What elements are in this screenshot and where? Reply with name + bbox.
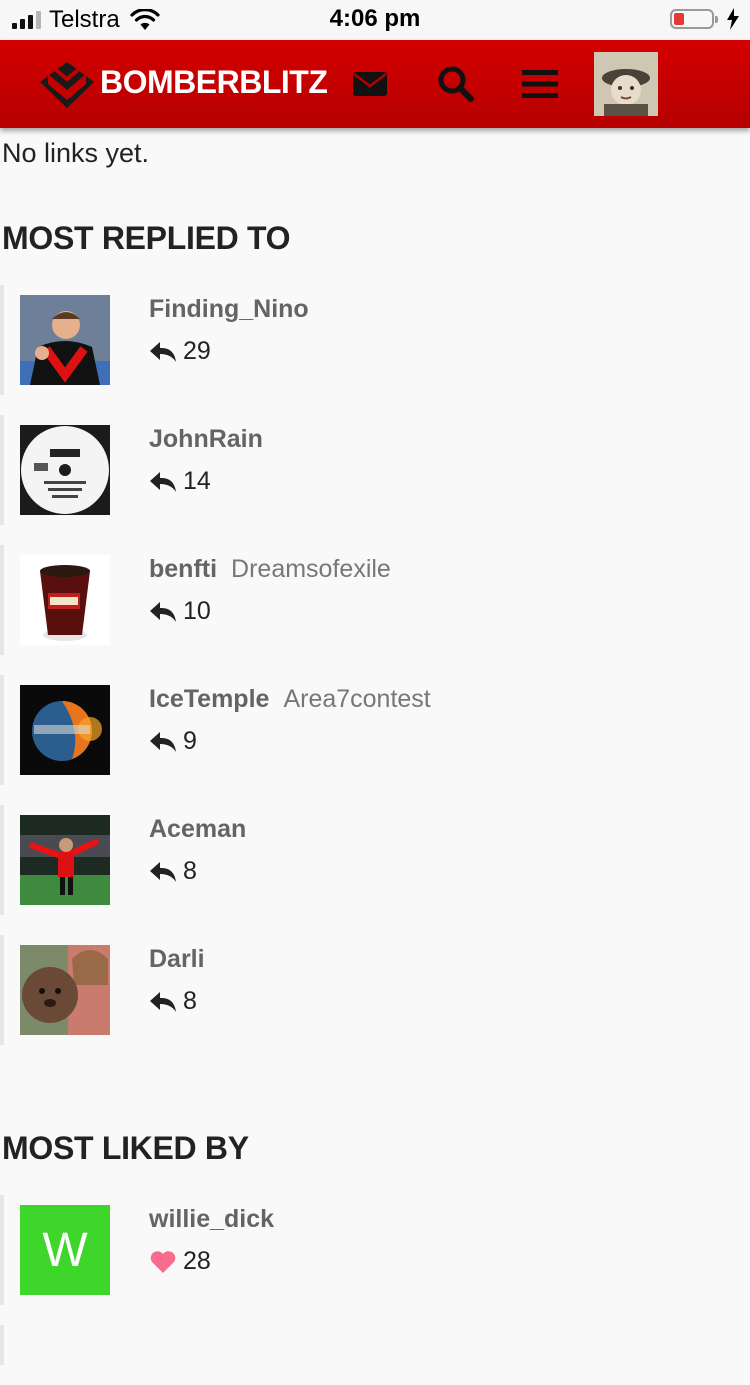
bomberblitz-logo-icon[interactable] [38,60,96,110]
most-liked-heading: MOST LIKED BY [2,1130,249,1166]
list-item: IceTemple Area7contest 9 [0,675,750,785]
reply-count: 8 [183,987,197,1015]
search-button[interactable] [434,62,478,106]
reply-count: 9 [183,727,197,755]
clock: 4:06 pm [329,5,421,32]
most-replied-list: Finding_Nino 29 JohnRain 14 benfti Dream… [0,285,750,1065]
reply-icon [150,601,176,622]
list-item: Darli 8 [0,935,750,1045]
username-link[interactable]: Darli [149,945,205,973]
reply-icon [150,731,176,752]
user-title: Dreamsofexile [231,555,391,583]
username-link[interactable]: Finding_Nino [149,295,309,323]
reply-count: 14 [183,467,211,495]
reply-icon [150,861,176,882]
avatar[interactable] [20,815,110,905]
username-link[interactable]: Aceman [149,815,246,843]
charging-bolt-icon [727,8,739,30]
avatar[interactable] [20,685,110,775]
search-icon [438,66,474,102]
username-link[interactable]: benfti [149,555,217,583]
list-item: Aceman 8 [0,805,750,915]
no-links-message: No links yet. [2,138,150,168]
menu-button[interactable] [518,62,562,106]
like-count: 28 [183,1247,211,1275]
list-item: W willie_dick 28 [0,1195,750,1305]
heart-icon [150,1250,176,1273]
avatar[interactable]: W [20,1205,110,1295]
username-link[interactable]: JohnRain [149,425,263,453]
avatar[interactable] [20,945,110,1035]
avatar[interactable] [20,295,110,385]
reply-count: 8 [183,857,197,885]
reply-count: 29 [183,337,211,365]
status-bar: Telstra 4:06 pm [0,0,750,40]
site-brand[interactable]: BOMBERBLITZ [100,64,328,101]
site-header: BOMBERBLITZ [0,40,750,128]
most-replied-heading: MOST REPLIED TO [2,220,291,256]
current-user-avatar[interactable] [594,52,658,116]
username-link[interactable]: willie_dick [149,1205,274,1233]
avatar[interactable] [20,555,110,645]
reply-count: 10 [183,597,211,625]
reply-icon [150,341,176,362]
list-item: benfti Dreamsofexile 10 [0,545,750,655]
list-item [0,1325,750,1365]
battery-icon [670,9,718,29]
most-liked-list: W willie_dick 28 [0,1195,750,1385]
list-item: JohnRain 14 [0,415,750,525]
list-item: Finding_Nino 29 [0,285,750,395]
mail-icon [353,72,387,96]
messages-button[interactable] [348,62,392,106]
username-link[interactable]: IceTemple [149,685,269,713]
hamburger-menu-icon [522,70,558,98]
avatar[interactable] [20,425,110,515]
user-title: Area7contest [283,685,431,713]
reply-icon [150,991,176,1012]
reply-icon [150,471,176,492]
